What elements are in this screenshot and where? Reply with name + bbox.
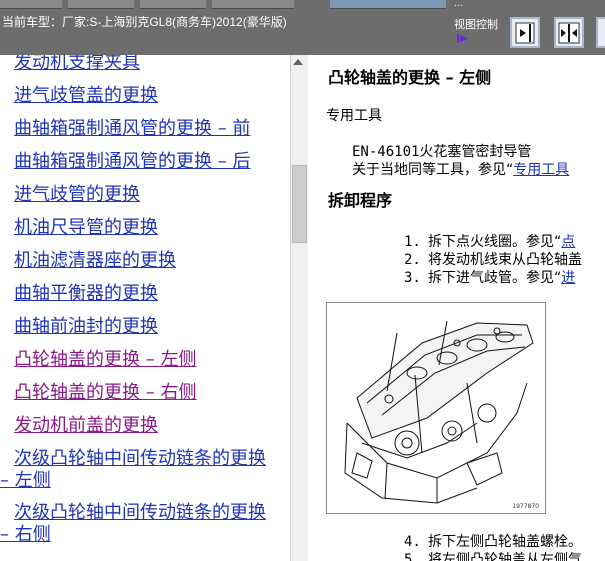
- tab-strip: [0, 0, 605, 9]
- page-title: 凸轮轴盖的更换 – 左侧: [328, 68, 492, 87]
- nav-item[interactable]: 曲轴箱强制通风管的更换 – 前: [14, 118, 286, 140]
- top-toolbar: ... 当前车型：厂家:S-上海别克GL8(商务车)2012(豪华版) 视图控制: [0, 0, 605, 55]
- step-link[interactable]: 进: [561, 270, 575, 286]
- nav-item[interactable]: 机油尺导管的更换: [14, 217, 286, 239]
- tab-3[interactable]: [140, 0, 206, 9]
- document-pane: 凸轮轴盖的更换 – 左侧 专用工具 EN-46101火花塞管密封导管 关于当地同…: [308, 55, 605, 561]
- nav-item[interactable]: 发动机前盖的更换: [14, 415, 286, 437]
- top-dots: ...: [454, 0, 463, 9]
- nav-item[interactable]: 曲轴箱强制通风管的更换 – 后: [14, 151, 286, 173]
- arrow-right-bar-icon: [515, 22, 535, 43]
- step-item: 3. 拆下进气歧管。参见“进: [404, 270, 576, 286]
- equivalent-tools-line: 关于当地同等工具，参见“专用工具: [352, 159, 569, 179]
- view-control-label: 视图控制: [454, 18, 498, 31]
- split-view-button[interactable]: [554, 17, 584, 48]
- split-arrows-icon: [558, 22, 580, 43]
- tab-1[interactable]: [0, 0, 62, 9]
- nav-item[interactable]: 曲轴平衡器的更换: [14, 283, 286, 305]
- nav-item[interactable]: 机油滤清器座的更换: [14, 250, 286, 272]
- nav-item[interactable]: 凸轮轴盖的更换 – 右侧: [14, 382, 286, 404]
- tab-4[interactable]: [212, 0, 294, 9]
- step-item: 1. 拆下点火线圈。参见“点: [404, 234, 576, 250]
- nav-item[interactable]: 进气歧管的更换: [14, 184, 286, 206]
- equivalent-prefix: 关于当地同等工具，参见“: [352, 162, 514, 178]
- special-tools-heading: 专用工具: [326, 108, 382, 124]
- nav-scrollbar[interactable]: [290, 55, 308, 561]
- tab-2[interactable]: [68, 0, 134, 9]
- tab-5[interactable]: [330, 0, 446, 9]
- panel-left-button[interactable]: [596, 17, 605, 48]
- scrollbar-thumb[interactable]: [292, 165, 307, 243]
- step-item: 2. 将发动机线束从凸轮轴盖: [404, 252, 582, 268]
- scroll-up-arrow-icon[interactable]: [293, 59, 303, 65]
- nav-item[interactable]: 曲轴前油封的更换: [14, 316, 286, 338]
- tool-line: EN-46101火花塞管密封导管: [352, 144, 532, 160]
- nav-item[interactable]: 进气歧管盖的更换: [14, 85, 286, 107]
- special-tools-link[interactable]: 专用工具: [513, 162, 569, 178]
- figure-id: 1977870: [512, 503, 539, 510]
- view-control-icon: [457, 34, 469, 43]
- step-item: 5. 将左侧凸轮轴盖从左侧气: [404, 552, 582, 561]
- nav-item[interactable]: 发动机支撑夹具: [14, 55, 286, 74]
- vehicle-label: 当前车型：厂家:S-上海别克GL8(商务车)2012(豪华版): [2, 15, 287, 29]
- procedure-nav: 发动机支撑夹具 进气歧管盖的更换 曲轴箱强制通风管的更换 – 前 曲轴箱强制通风…: [0, 55, 290, 561]
- engine-illustration: [344, 320, 534, 504]
- nav-item-current[interactable]: 凸轮轴盖的更换 – 左侧: [14, 349, 286, 371]
- step-item: 4. 拆下左侧凸轮轴盖螺栓。: [404, 534, 582, 550]
- step-link[interactable]: 点: [561, 234, 575, 250]
- nav-item[interactable]: 次级凸轮轴中间传动链条的更换 – 右侧: [0, 502, 276, 546]
- panel-right-button[interactable]: [510, 17, 540, 48]
- engine-camshaft-cover-figure: 1977870: [326, 302, 546, 514]
- nav-item[interactable]: 次级凸轮轴中间传动链条的更换 – 左侧: [0, 448, 276, 492]
- removal-procedure-heading: 拆卸程序: [328, 191, 393, 210]
